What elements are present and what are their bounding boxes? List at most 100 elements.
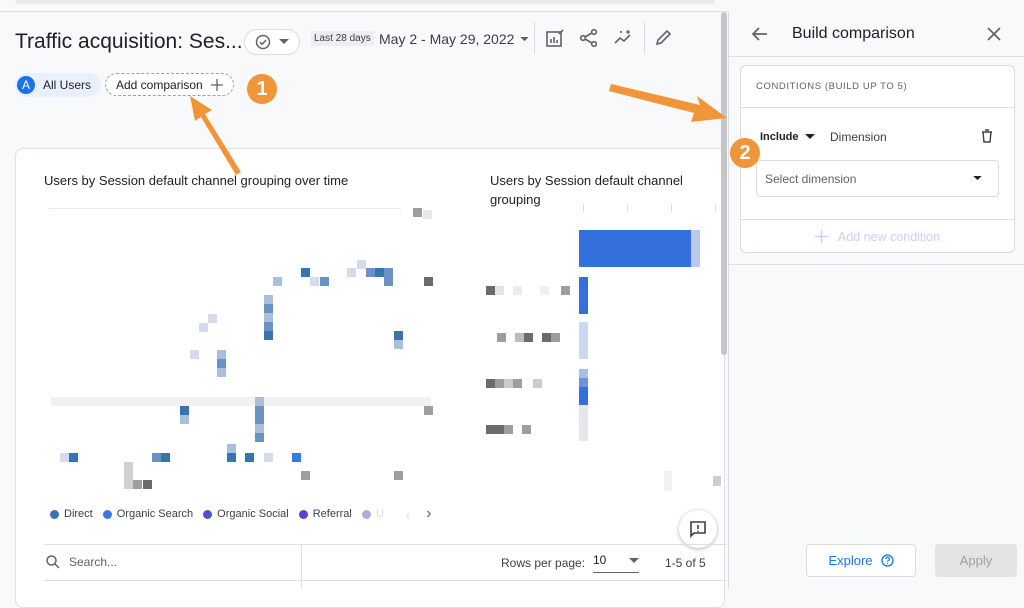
customize-report-icon — [546, 29, 564, 47]
panel-title: Build comparison — [792, 25, 915, 42]
bar-segment — [691, 230, 700, 267]
redacted-label-pixel — [486, 286, 495, 295]
report-status-button[interactable] — [244, 29, 300, 55]
annotation-badge-1: 1 — [247, 74, 277, 104]
redacted-pixel — [217, 368, 226, 377]
redacted-pixel — [375, 268, 384, 277]
edit-button[interactable] — [652, 27, 674, 49]
build-comparison-panel: Build comparison CONDITIONS (BUILD UP TO… — [728, 12, 1024, 589]
caret-down-icon — [973, 176, 982, 181]
close-icon[interactable] — [987, 27, 1001, 41]
explore-label: Explore — [828, 553, 873, 568]
redacted-pixel — [245, 453, 254, 462]
bar-segment — [579, 378, 588, 387]
redacted-pixel — [394, 340, 403, 349]
apply-button[interactable]: Apply — [935, 544, 1017, 577]
redacted-pixel — [394, 331, 403, 340]
redacted-label-pixel — [486, 425, 495, 434]
axis-tick — [671, 204, 672, 212]
redacted-label-pixel — [551, 333, 560, 342]
redacted-label-pixel — [561, 286, 570, 295]
header-divider — [0, 11, 727, 12]
legend-item[interactable]: Referral — [298, 508, 352, 520]
share-button[interactable] — [578, 27, 600, 49]
legend-item[interactable]: Direct — [50, 508, 93, 520]
redacted-label-pixel — [504, 425, 513, 434]
redacted-pixel — [255, 424, 264, 433]
redacted-pixel — [423, 210, 432, 219]
customize-report-button[interactable] — [544, 27, 566, 49]
redacted-pixel — [208, 314, 217, 323]
redacted-pixel — [199, 323, 208, 332]
redacted-pixel — [143, 480, 152, 489]
redacted-label-pixel — [522, 425, 531, 434]
legend-next-icon[interactable]: › — [426, 505, 431, 523]
redacted-label-pixel — [513, 379, 522, 388]
legend-dot — [102, 509, 112, 519]
page-title: Traffic acquisition: Ses... — [15, 30, 243, 53]
legend-item[interactable]: Organic Social — [203, 508, 289, 520]
redacted-pixel — [273, 277, 282, 286]
legend-dot — [50, 509, 59, 519]
include-label: Include — [760, 131, 799, 143]
redacted-pixel — [227, 444, 236, 453]
redacted-label-pixel — [495, 379, 504, 388]
bar — [579, 387, 588, 405]
delete-icon[interactable] — [981, 129, 993, 143]
bar-segment — [579, 369, 588, 378]
caret-down-icon — [520, 36, 530, 41]
legend-item[interactable]: U — [361, 508, 384, 520]
check-circle-icon — [255, 34, 271, 50]
redacted-pixel — [217, 350, 226, 359]
redacted-pixel — [357, 260, 366, 269]
redacted-pixel — [366, 268, 375, 277]
redacted-pixel — [320, 277, 329, 286]
redacted-pixel — [347, 268, 356, 277]
redacted-pixel — [264, 295, 273, 304]
help-icon — [880, 554, 894, 567]
table-column-divider — [301, 545, 302, 589]
table-divider — [44, 544, 727, 545]
legend-item[interactable]: Organic Search — [102, 508, 193, 520]
bar — [579, 322, 588, 359]
redacted-label-pixel — [542, 333, 551, 342]
redacted-pixel — [180, 406, 189, 415]
table-search[interactable]: Search... — [46, 555, 117, 569]
feedback-icon — [690, 521, 706, 538]
legend-prev-icon[interactable]: ‹ — [406, 507, 410, 522]
redacted-pixel — [180, 415, 189, 424]
redacted-label-pixel — [497, 333, 506, 342]
edit-icon — [655, 29, 672, 46]
feedback-button[interactable] — [679, 510, 717, 548]
rows-per-page-value: 10 — [593, 553, 607, 567]
report-card — [15, 148, 725, 608]
redacted-pixel — [124, 462, 133, 471]
add-new-condition-button[interactable]: Add new condition — [741, 219, 1014, 253]
redacted-pixel — [264, 304, 273, 313]
explore-button[interactable]: Explore — [806, 544, 916, 577]
legend-label: Direct — [64, 508, 93, 520]
rows-per-page-select[interactable]: 10 — [593, 553, 639, 573]
redacted-pixel — [384, 268, 393, 277]
add-comparison-button[interactable]: Add comparison — [105, 73, 234, 96]
include-dropdown[interactable]: Include — [760, 131, 815, 143]
panel-divider — [729, 264, 1024, 265]
select-dimension-dropdown[interactable]: Select dimension — [756, 160, 999, 197]
redacted-pixel — [264, 322, 273, 331]
back-arrow-icon[interactable] — [751, 25, 769, 43]
redacted-pixel — [161, 453, 170, 462]
add-comparison-label: Add comparison — [116, 77, 203, 92]
insights-button[interactable] — [612, 27, 634, 49]
main-scrollbar[interactable] — [721, 12, 727, 355]
bar-chart-title: Users by Session default channel groupin… — [490, 173, 683, 207]
date-range-picker[interactable]: May 2 - May 29, 2022 — [379, 31, 530, 47]
redacted-pixel — [133, 480, 142, 489]
search-input[interactable]: Search... — [69, 555, 117, 569]
redacted-pixel — [713, 476, 721, 486]
redacted-pixel — [394, 471, 403, 480]
plus-icon — [814, 230, 828, 243]
gridline — [51, 397, 431, 406]
redacted-pixel — [255, 415, 264, 424]
redacted-pixel — [424, 277, 433, 286]
comparison-chip-all-users[interactable]: A All Users — [15, 73, 102, 97]
